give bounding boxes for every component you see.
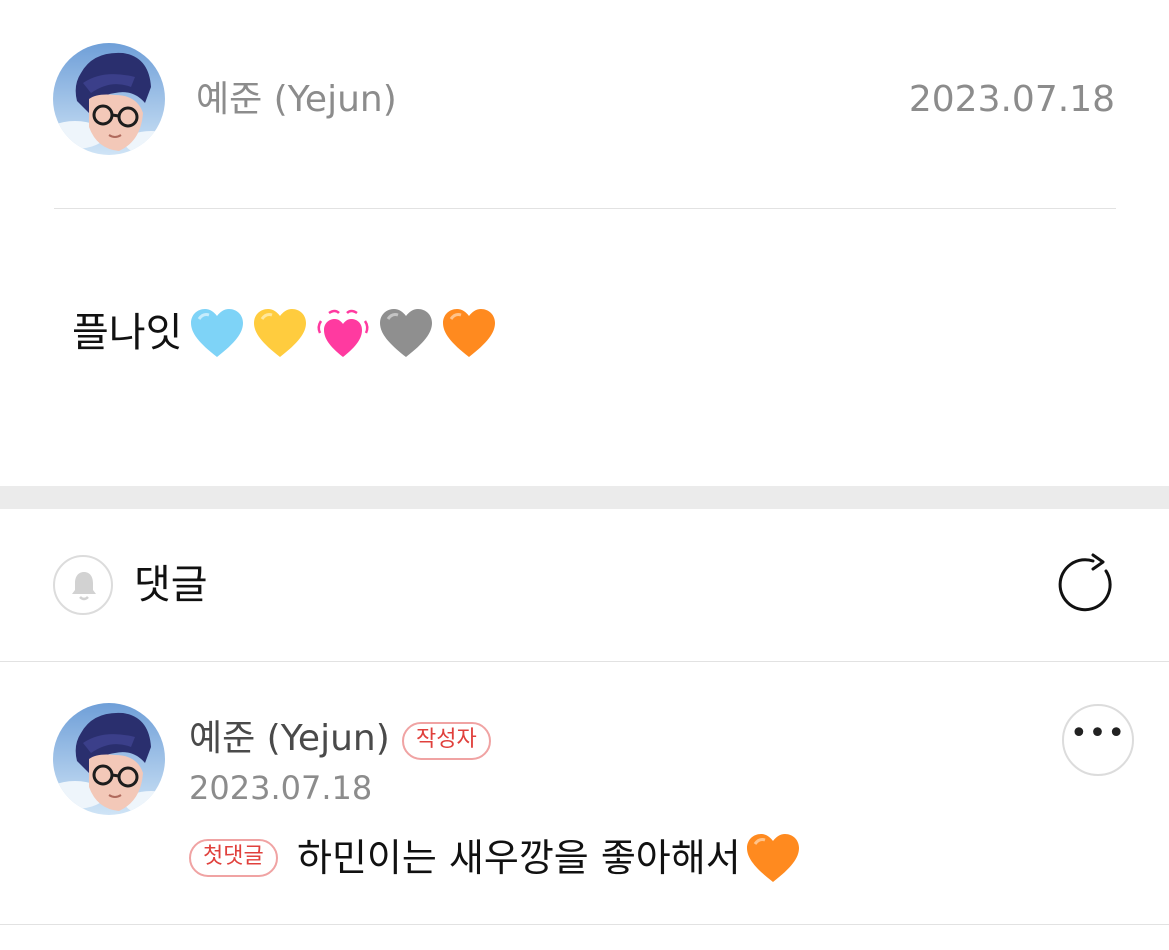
notification-bell-button[interactable]: [53, 555, 113, 615]
bell-icon: [72, 572, 96, 601]
post-text: 플나잇: [72, 310, 183, 356]
more-options-button[interactable]: •••: [1062, 704, 1134, 776]
beating-heart-icon: [315, 307, 371, 359]
comment-author-avatar[interactable]: [53, 703, 165, 815]
author-avatar[interactable]: [53, 43, 165, 155]
light-blue-heart-icon: [189, 307, 245, 359]
divider: [0, 661, 1169, 662]
post-author-name[interactable]: 예준 (Yejun): [196, 76, 397, 124]
grey-heart-icon: [378, 307, 434, 359]
post-header: 예준 (Yejun) 2023.07.18: [0, 0, 1169, 209]
yellow-heart-icon: [252, 307, 308, 359]
comment-author-name[interactable]: 예준 (Yejun): [189, 715, 390, 763]
section-separator: [0, 486, 1169, 509]
post-date: 2023.07.18: [908, 79, 1115, 120]
refresh-icon: [1058, 553, 1112, 612]
comments-header: 댓글: [0, 509, 1169, 661]
divider: [0, 924, 1169, 925]
refresh-button[interactable]: [1057, 553, 1119, 615]
comments-title: 댓글: [134, 562, 208, 608]
comment-date: 2023.07.18: [189, 769, 373, 807]
comment-body: 하민이는 새우깡을 좋아해서: [297, 830, 801, 886]
orange-heart-icon: [441, 307, 497, 359]
first-comment-badge: 첫댓글: [189, 839, 278, 877]
divider: [54, 208, 1116, 209]
orange-heart-icon: [745, 832, 801, 884]
post-content: 플나잇: [72, 301, 497, 365]
comment-text: 하민이는 새우깡을 좋아해서: [297, 836, 741, 880]
author-badge: 작성자: [402, 722, 491, 760]
